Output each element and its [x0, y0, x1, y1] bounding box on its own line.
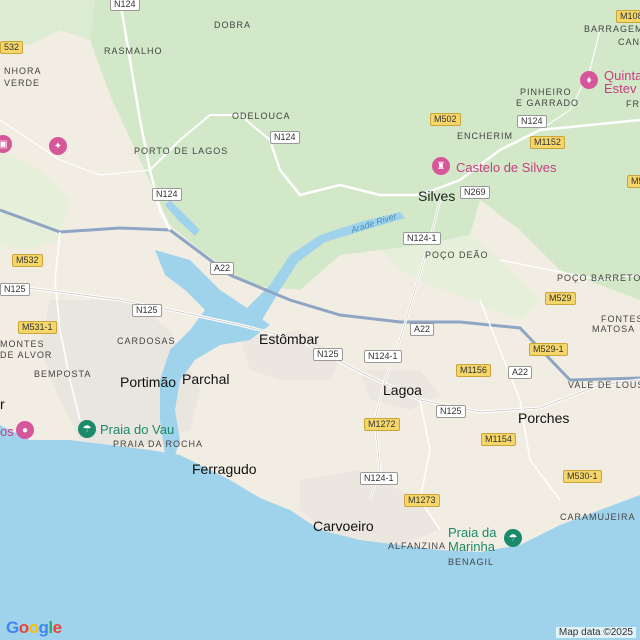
place-portimao: Portimão — [120, 374, 177, 390]
place-montes: MONTES — [0, 339, 45, 349]
place-porches: Porches — [518, 410, 570, 426]
road-n124-top: N124 — [110, 0, 140, 11]
road-m1156: M1156 — [456, 364, 491, 377]
poi-castelo-de-silves[interactable]: Castelo de Silves — [456, 160, 556, 175]
road-m531-1: M531-1 — [18, 321, 57, 334]
poi-praia-do-vau[interactable]: Praia do Vau — [100, 422, 174, 437]
beach-icon[interactable]: ☂ — [78, 420, 96, 438]
road-m1154: M1154 — [481, 433, 516, 446]
road-n125-estombar: N125 — [313, 348, 343, 361]
road-n269: N269 — [460, 186, 490, 199]
place-dobra: DOBRA — [214, 20, 252, 30]
place-bemposta: BEMPOSTA — [34, 369, 92, 379]
place-estombar: Estômbar — [259, 331, 319, 347]
place-fontes-da: FONTES DA — [601, 314, 640, 324]
place-porto-de-lagos: PORTO DE LAGOS — [134, 146, 229, 156]
place-nhora: NHORA — [4, 66, 42, 76]
road-n124-west: N124 — [152, 188, 182, 201]
place-edge-os: os — [0, 424, 14, 439]
road-m1152: M1152 — [530, 136, 565, 149]
map-attribution[interactable]: Map data ©2025 — [555, 627, 636, 638]
road-m529: M529 — [545, 292, 576, 305]
road-m502: M502 — [430, 113, 461, 126]
road-m529-1: M529-1 — [529, 343, 568, 356]
road-m108: M108 — [616, 10, 640, 23]
place-caramujeira: CARAMUJEIRA — [560, 512, 636, 522]
road-n124-east: N124 — [517, 115, 547, 128]
road-a22-east: A22 — [508, 366, 533, 379]
map-canvas[interactable]: DOBRA RASMALHO NHORA VERDE ODELOUCA PORT… — [0, 0, 640, 640]
road-n124: N124 — [270, 131, 300, 144]
road-n124-1-north: N124-1 — [403, 232, 441, 245]
place-e-garrado: E GARRADO — [516, 98, 580, 108]
road-a22-mid: A22 — [410, 323, 435, 336]
place-cane: CANE — [618, 37, 640, 47]
place-vale-de-lousa: VALE DE LOUSA — [568, 380, 640, 390]
poi-quinta-line2[interactable]: Estev — [604, 81, 637, 96]
road-n125-portimao: N125 — [132, 304, 162, 317]
place-odelouca: ODELOUCA — [232, 111, 291, 121]
place-barragem: BARRAGEM — [584, 24, 640, 34]
place-alfanzina: ALFANZINA — [388, 541, 447, 551]
attraction-icon[interactable]: ● — [16, 421, 34, 439]
road-m1272: M1272 — [364, 418, 400, 431]
place-poco-deao: POÇO DEÃO — [425, 250, 489, 260]
place-ferragudo: Ferragudo — [192, 461, 257, 477]
place-encherim: ENCHERIM — [457, 131, 514, 141]
road-n124-1-south: N124-1 — [360, 472, 398, 485]
winery-icon[interactable]: ♦ — [580, 71, 598, 89]
place-parchal: Parchal — [182, 371, 230, 387]
place-cardosas: CARDOSAS — [117, 336, 176, 346]
beach-icon[interactable]: ☂ — [504, 529, 522, 547]
place-de-alvor: DE ALVOR — [0, 350, 53, 360]
road-m1273: M1273 — [404, 494, 440, 507]
place-praia-da-rocha: PRAIA DA ROCHA — [113, 439, 204, 449]
viewpoint-icon[interactable]: ✦ — [49, 137, 67, 155]
road-n125-east: N125 — [436, 405, 466, 418]
place-carvoeiro: Carvoeiro — [313, 518, 374, 534]
road-m530-1: M530-1 — [563, 470, 602, 483]
place-edge-fre: FRE — [626, 99, 640, 109]
place-rasmalho: RASMALHO — [104, 46, 163, 56]
place-lagoa: Lagoa — [383, 382, 422, 398]
road-m532-top: 532 — [0, 41, 24, 54]
castle-icon[interactable]: ♜ — [432, 157, 450, 175]
road-m5: M5 — [627, 175, 640, 188]
poi-praia-da-marinha-line2[interactable]: Marinha — [448, 539, 495, 554]
place-matosa: MATOSA — [592, 324, 636, 334]
place-pinheiro: PINHEIRO — [520, 87, 572, 97]
road-a22-west: A22 — [210, 262, 235, 275]
road-m532: M532 — [12, 254, 43, 267]
place-verde: VERDE — [4, 78, 41, 88]
road-n125-west: N125 — [0, 283, 30, 296]
place-poco-barreto: POÇO BARRETO — [557, 273, 640, 283]
poi-praia-da-marinha[interactable]: Praia da — [448, 525, 496, 540]
road-n124-1-lagoa: N124-1 — [364, 350, 402, 363]
place-silves: Silves — [418, 188, 456, 204]
place-benagil: BENAGIL — [448, 557, 495, 567]
google-logo: Google — [6, 618, 62, 637]
place-edge-r: r — [0, 396, 5, 412]
